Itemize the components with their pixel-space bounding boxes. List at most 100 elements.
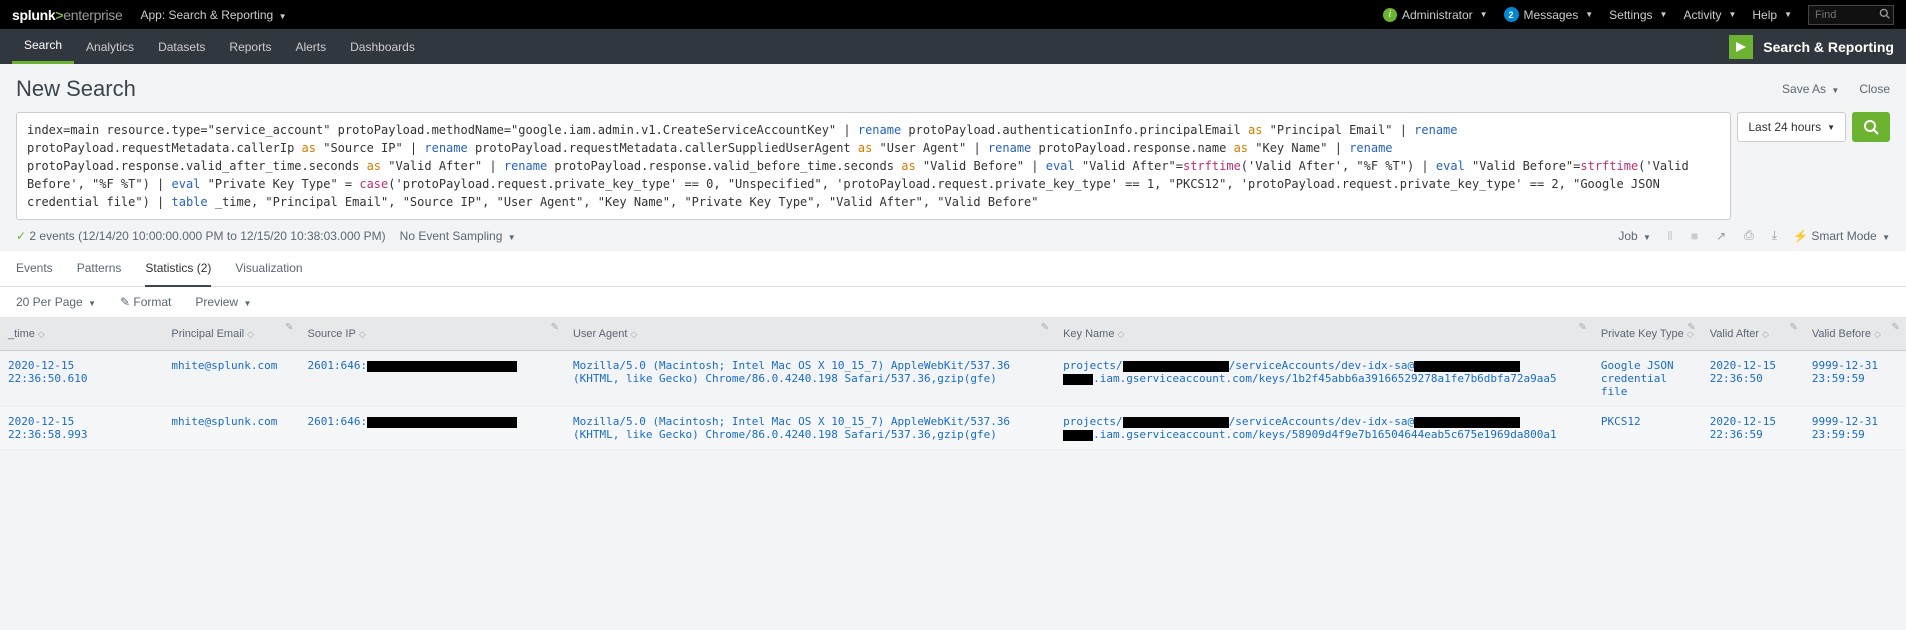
- help-menu[interactable]: Help ▼: [1752, 8, 1792, 22]
- col-label: _time: [8, 328, 35, 340]
- col-time[interactable]: _time◇: [0, 318, 163, 351]
- caret-down-icon: ▼: [1831, 86, 1839, 95]
- print-button[interactable]: ⎙: [1742, 228, 1756, 243]
- share-button[interactable]: ↗: [1714, 229, 1728, 243]
- nav-datasets[interactable]: Datasets: [146, 29, 217, 64]
- spl-keyword: as: [367, 159, 381, 173]
- caret-down-icon: ▼: [88, 299, 96, 308]
- caret-down-icon: ▼: [1882, 233, 1890, 242]
- messages-count-badge: 2: [1504, 7, 1519, 22]
- kn-seg: .iam.gserviceaccount.com/keys/1b2f45abb6…: [1093, 372, 1557, 385]
- col-private-key-type[interactable]: Private Key Type◇✎: [1593, 318, 1702, 351]
- perpage-label: 20 Per Page: [16, 295, 83, 309]
- close-button[interactable]: Close: [1859, 82, 1890, 96]
- settings-menu[interactable]: Settings ▼: [1609, 8, 1667, 22]
- tab-statistics[interactable]: Statistics (2): [145, 251, 211, 287]
- app-selector[interactable]: App: Search & Reporting ▼: [140, 8, 286, 22]
- table-row[interactable]: 2020-12-15 22:36:50.610 mhite@splunk.com…: [0, 351, 1906, 407]
- timerange-label: Last 24 hours: [1748, 120, 1821, 134]
- spl-keyword: eval: [1046, 159, 1075, 173]
- nav-search[interactable]: Search: [12, 29, 74, 64]
- tab-events[interactable]: Events: [16, 251, 53, 286]
- spl-text: protoPayload.response.valid_before_time.…: [547, 159, 901, 173]
- col-user-agent[interactable]: User Agent◇✎: [565, 318, 1055, 351]
- pencil-icon[interactable]: ✎: [1789, 322, 1797, 333]
- col-key-name[interactable]: Key Name◇✎: [1055, 318, 1593, 351]
- kn-seg: .iam.gserviceaccount.com/keys/58909d4f9e…: [1093, 428, 1557, 441]
- ip-prefix: 2601:646:: [308, 415, 368, 428]
- ip-prefix: 2601:646:: [308, 359, 368, 372]
- cell-key-name: projects//serviceAccounts/dev-idx-sa@.ia…: [1055, 407, 1593, 450]
- tab-visualization[interactable]: Visualization: [235, 251, 302, 286]
- nav-analytics[interactable]: Analytics: [74, 29, 146, 64]
- search-row: index=main resource.type="service_accoun…: [0, 108, 1906, 220]
- administrator-menu[interactable]: i Administrator ▼: [1383, 8, 1488, 22]
- pencil-icon[interactable]: ✎: [285, 322, 293, 333]
- preview-menu[interactable]: Preview ▼: [195, 295, 251, 309]
- results-table: _time◇ Principal Email◇✎ Source IP◇✎ Use…: [0, 318, 1906, 450]
- spl-text: protoPayload.requestMetadata.callerIp: [27, 141, 302, 155]
- table-header-row: _time◇ Principal Email◇✎ Source IP◇✎ Use…: [0, 318, 1906, 351]
- spl-function: strftime: [1183, 159, 1241, 173]
- help-label: Help: [1752, 8, 1777, 22]
- save-as-button[interactable]: Save As ▼: [1782, 82, 1839, 96]
- spl-search-input[interactable]: index=main resource.type="service_accoun…: [16, 112, 1731, 220]
- spl-text: index=main resource.type="service_accoun…: [27, 123, 858, 137]
- search-mode-menu[interactable]: ⚡ Smart Mode ▼: [1793, 229, 1890, 243]
- nav-reports[interactable]: Reports: [217, 29, 283, 64]
- job-menu[interactable]: Job ▼: [1618, 229, 1651, 243]
- app-name-label: Search & Reporting: [1763, 39, 1894, 55]
- caret-down-icon: ▼: [1585, 10, 1593, 19]
- cell-principal-email: mhite@splunk.com: [163, 407, 299, 450]
- pause-button[interactable]: Ⅱ: [1665, 229, 1675, 243]
- spl-keyword: as: [1248, 123, 1262, 137]
- format-label: Format: [133, 295, 171, 309]
- caret-down-icon: ▼: [1480, 10, 1488, 19]
- spl-keyword: rename: [1349, 141, 1392, 155]
- timerange-picker[interactable]: Last 24 hours ▼: [1737, 112, 1846, 142]
- spl-text: "Valid Before"=: [1465, 159, 1581, 173]
- col-valid-before[interactable]: Valid Before◇✎: [1804, 318, 1906, 351]
- spl-keyword: rename: [858, 123, 901, 137]
- messages-label: Messages: [1524, 8, 1579, 22]
- sort-icon: ◇: [1117, 329, 1124, 339]
- info-icon: i: [1383, 8, 1397, 22]
- pencil-icon[interactable]: ✎: [1041, 322, 1049, 333]
- result-tabs: Events Patterns Statistics (2) Visualiza…: [0, 251, 1906, 287]
- redacted-block: [1123, 417, 1229, 428]
- pencil-icon[interactable]: ✎: [551, 322, 559, 333]
- splunk-logo: splunk>enterprise: [12, 7, 122, 23]
- cell-valid-after: 2020-12-15 22:36:50: [1702, 351, 1804, 407]
- cell-principal-email: mhite@splunk.com: [163, 351, 299, 407]
- pencil-icon[interactable]: ✎: [1687, 322, 1695, 333]
- perpage-menu[interactable]: 20 Per Page ▼: [16, 295, 96, 309]
- redacted-block: [1063, 430, 1093, 441]
- run-search-button[interactable]: [1852, 112, 1890, 142]
- sort-icon: ◇: [247, 329, 254, 339]
- format-menu[interactable]: ✎ Format: [120, 295, 171, 309]
- nav-dashboards[interactable]: Dashboards: [338, 29, 427, 64]
- tab-patterns[interactable]: Patterns: [77, 251, 122, 286]
- page-header: New Search Save As ▼ Close: [0, 64, 1906, 108]
- pencil-icon[interactable]: ✎: [1578, 322, 1586, 333]
- col-source-ip[interactable]: Source IP◇✎: [300, 318, 565, 351]
- nav-alerts[interactable]: Alerts: [283, 29, 338, 64]
- col-principal-email[interactable]: Principal Email◇✎: [163, 318, 299, 351]
- spl-keyword: as: [302, 141, 316, 155]
- find-wrap: [1808, 5, 1894, 25]
- spl-text: "Valid After"=: [1075, 159, 1183, 173]
- spl-text: "Key Name" |: [1248, 141, 1349, 155]
- sampling-menu[interactable]: No Event Sampling ▼: [400, 229, 516, 243]
- col-valid-after[interactable]: Valid After◇✎: [1702, 318, 1804, 351]
- pencil-icon[interactable]: ✎: [1892, 322, 1900, 333]
- caret-down-icon: ▼: [1660, 10, 1668, 19]
- spl-function: case: [359, 177, 388, 191]
- table-row[interactable]: 2020-12-15 22:36:58.993 mhite@splunk.com…: [0, 407, 1906, 450]
- stop-button[interactable]: ■: [1689, 229, 1700, 243]
- messages-menu[interactable]: 2 Messages ▼: [1504, 7, 1594, 22]
- export-button[interactable]: ⤓: [1770, 228, 1779, 243]
- activity-menu[interactable]: Activity ▼: [1683, 8, 1736, 22]
- app-selector-label: App: Search & Reporting: [140, 8, 273, 22]
- cell-time: 2020-12-15 22:36:50.610: [0, 351, 163, 407]
- col-label: Private Key Type: [1601, 328, 1684, 340]
